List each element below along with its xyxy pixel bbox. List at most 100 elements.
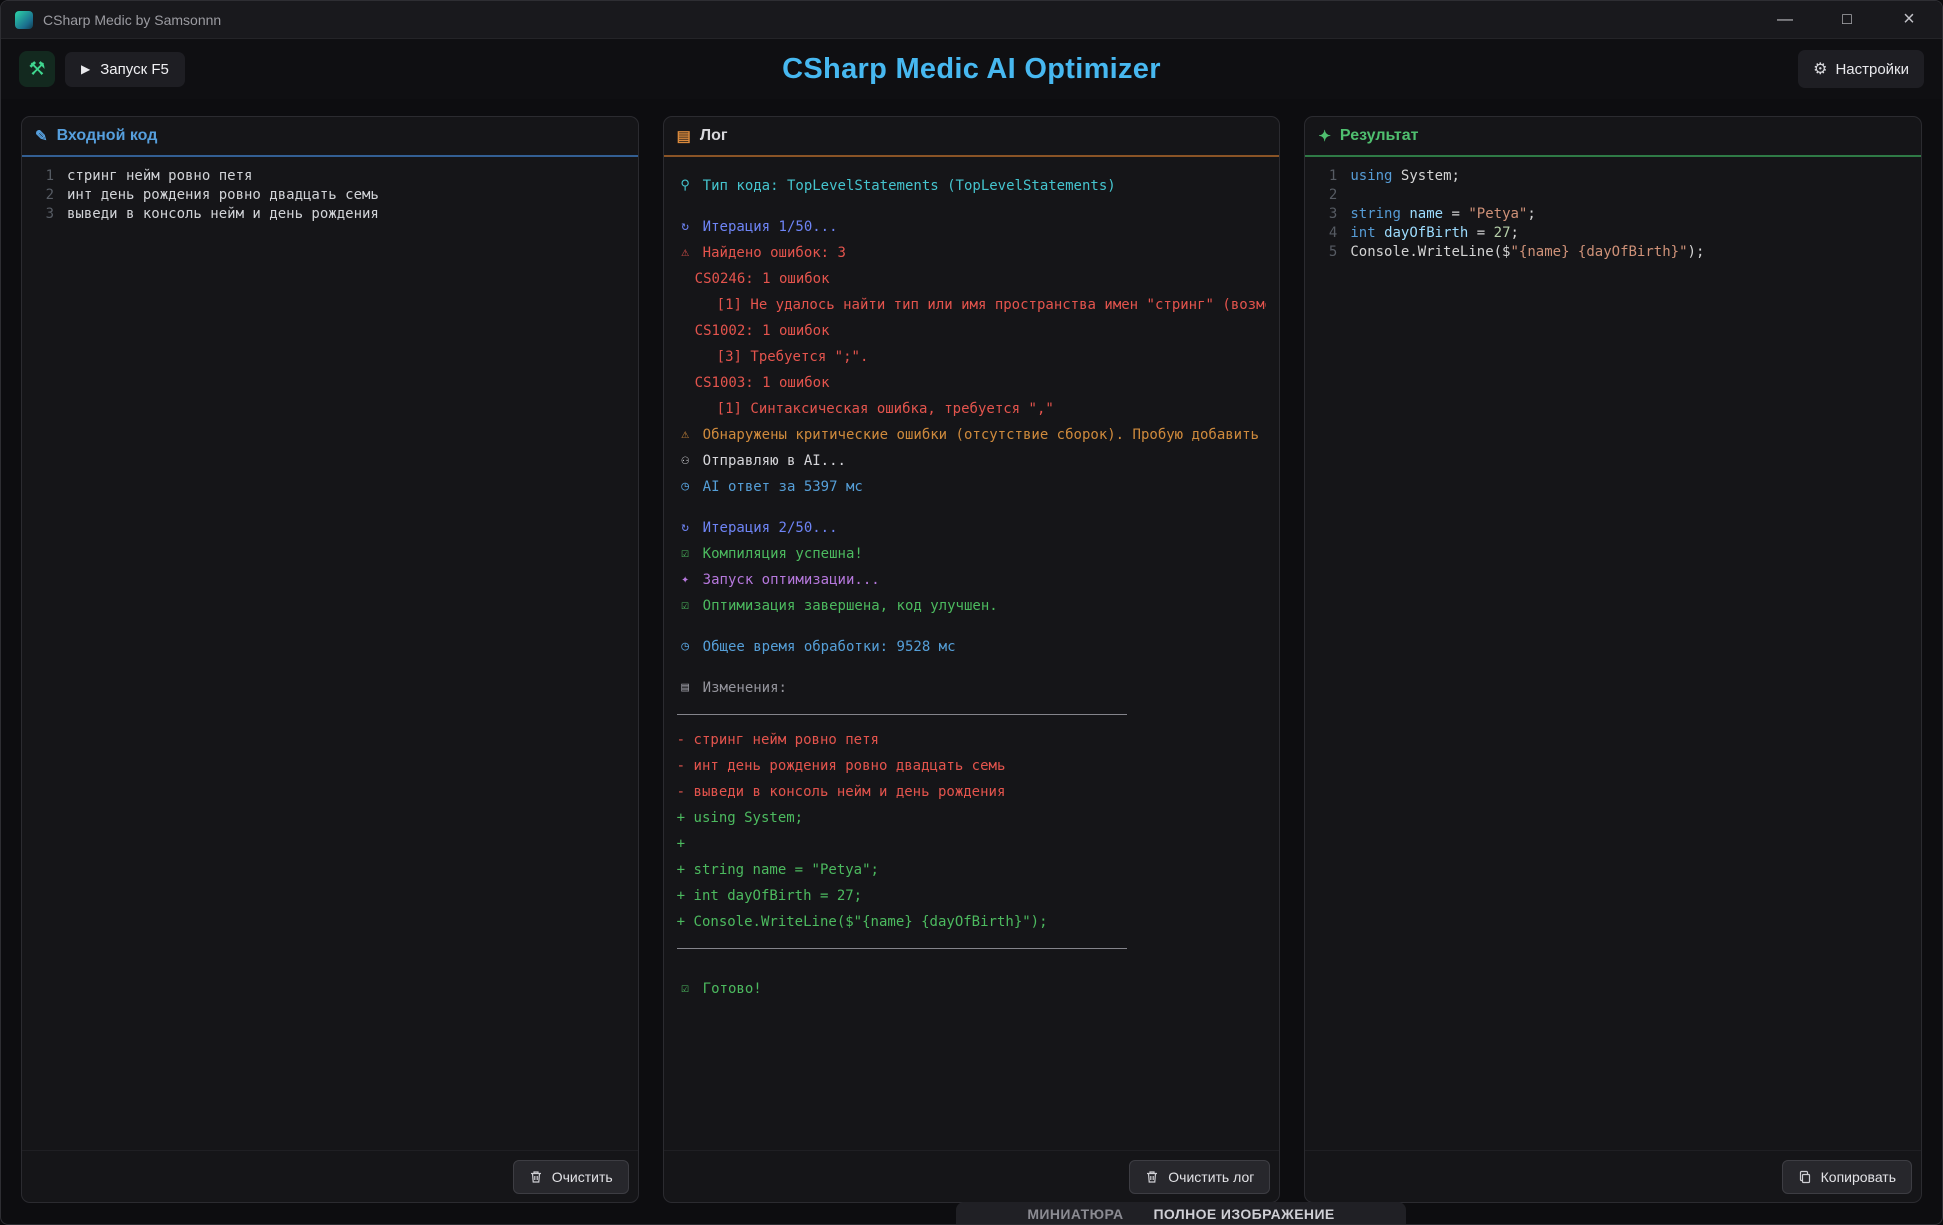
log-text: - инт день рождения ровно двадцать семь [677,753,1006,779]
clear-input-button[interactable]: Очистить [513,1160,629,1194]
result-panel-footer: Копировать [1305,1150,1921,1202]
warning-icon: ⚠ [677,422,694,448]
log-entry: ◷Общее время обработки: 9528 мс [677,634,1267,660]
code-text: Console.WriteLine($"{name} {dayOfBirth}"… [1350,243,1704,262]
log-entry: ⚲Тип кода: TopLevelStatements (TopLevelS… [677,173,1267,199]
result-code-view[interactable]: 1using System;23string name = "Petya";4i… [1305,157,1921,1150]
log-text: + using System; [677,805,803,831]
iteration-icon: ↻ [677,515,694,541]
log-spacer [677,619,1267,634]
log-text: CS0246: 1 ошибок [695,266,830,292]
input-panel: ✎ Входной код 1 стринг нейм ровно петя 2 ин… [21,116,639,1203]
app-title: CSharp Medic AI Optimizer [1,53,1942,86]
log-text: + [677,831,685,857]
thumbnail-tab[interactable]: МИНИАТЮРА [1027,1206,1123,1225]
log-text: - выведи в консоль нейм и день рождения [677,779,1006,805]
main-content: ✎ Входной код 1 стринг нейм ровно петя 2 ин… [1,99,1942,1224]
log-entry: ☑Готово! [677,976,1267,1002]
result-panel-header: ✦ Результат [1305,117,1921,157]
log-entry: [1] Синтаксическая ошибка, требуется "," [677,396,1267,422]
log-text: Отправляю в AI... [703,448,846,474]
log-entry: + using System; [677,805,1267,831]
log-entry: ◷AI ответ за 5397 мс [677,474,1267,500]
log-text: Итерация 1/50... [703,214,838,240]
log-entry: ☑ Компиляция успешна! [677,541,1267,567]
log-text: Найдено ошибок: 3 [703,240,846,266]
log-text: Обнаружены критические ошибки (отсутстви… [703,422,1267,448]
titlebar-left: CSharp Medic by Samsonnn [15,11,221,29]
header-left: ⚒ ▶ Запуск F5 [19,51,185,87]
log-text: CS1002: 1 ошибок [695,318,830,344]
log-entry: ☑Оптимизация завершена, код улучшен. [677,593,1267,619]
code-text: инт день рождения ровно двадцать семь [67,186,379,205]
code-line: 2 [1305,186,1921,205]
timer-icon: ◷ [677,474,694,500]
code-text: using System; [1350,167,1460,186]
line-number: 2 [1305,186,1337,205]
code-line: 2 инт день рождения ровно двадцать семь [22,186,638,205]
line-number: 4 [1305,224,1337,243]
trash-icon [1145,1170,1159,1184]
log-spacer [677,199,1267,214]
log-entry: + int dayOfBirth = 27; [677,883,1267,909]
log-text: Компиляция успешна! [703,541,863,567]
line-number: 3 [1305,205,1337,224]
clear-log-label: Очистить лог [1168,1169,1254,1185]
input-panel-footer: Очистить [22,1150,638,1202]
window-controls: — □ × [1772,8,1928,31]
log-panel-header: ▤ Лог [664,117,1280,157]
code-text: стринг нейм ровно петя [67,167,252,186]
settings-button[interactable]: ⚙ Настройки [1798,50,1924,88]
log-text: Готово! [703,976,762,1002]
gear-icon: ⚙ [1813,59,1827,79]
minimize-button[interactable]: — [1772,11,1798,29]
log-entry: + [677,831,1267,857]
input-code-editor[interactable]: 1 стринг нейм ровно петя 2 инт день рождени… [22,157,638,1150]
line-number: 2 [22,186,54,205]
copy-result-button[interactable]: Копировать [1782,1160,1912,1194]
log-text: Тип кода: TopLevelStatements (TopLevelSt… [703,173,1116,199]
line-number: 1 [22,167,54,186]
settings-button-label: Настройки [1835,61,1909,78]
log-entry: ⚇Отправляю в AI... [677,448,1267,474]
log-text: CS1003: 1 ошибок [695,370,830,396]
iteration-icon: ↻ [677,214,694,240]
log-spacer [677,500,1267,515]
log-text: Изменения: [703,675,787,701]
code-text: выведи в консоль нейм и день рождения [67,205,379,224]
log-text: + Console.WriteLine($"{name} {dayOfBirth… [677,909,1048,935]
edit-icon: ✎ [35,127,48,145]
log-icon: ▤ [677,127,691,145]
code-line: 1 using System; [1305,167,1921,186]
full-image-tab[interactable]: ПОЛНОЕ ИЗОБРАЖЕНИЕ [1153,1206,1334,1225]
code-text: string name = "Petya"; [1350,205,1535,224]
log-entry: + string name = "Petya"; [677,857,1267,883]
warning-icon: ⚠ [677,240,694,266]
log-panel: ▤ Лог ⚲Тип кода: TopLevelStatements (Top… [663,116,1281,1203]
log-spacer [677,961,1267,976]
play-icon: ▶ [81,62,90,76]
sparkle-icon: ✦ [677,567,694,593]
log-entry: ⚠ Обнаружены критические ошибки (отсутств… [677,422,1267,448]
line-number: 1 [1305,167,1337,186]
result-panel: ✦ Результат 1 using System; 23 string name … [1304,116,1922,1203]
log-entry: ↻ Итерация 1/50... [677,214,1267,240]
log-entry: CS0246: 1 ошибок [677,266,1267,292]
window-title: CSharp Medic by Samsonnn [43,12,221,28]
input-panel-title: Входной код [57,127,158,145]
check-icon: ☑ [677,593,694,619]
run-button[interactable]: ▶ Запуск F5 [65,52,185,87]
sparkle-icon: ✦ [1318,127,1331,145]
close-button[interactable]: × [1896,8,1922,31]
log-entry: [3] Требуется ";". [677,344,1267,370]
input-panel-header: ✎ Входной код [22,117,638,157]
log-entry: ▤Изменения: [677,675,1267,701]
clear-log-button[interactable]: Очистить лог [1129,1160,1270,1194]
code-line: 3 string name = "Petya"; [1305,205,1921,224]
maximize-button[interactable]: □ [1834,11,1860,29]
log-entry: ↻Итерация 2/50... [677,515,1267,541]
log-entry: CS1002: 1 ошибок [677,318,1267,344]
check-icon: ☑ [677,541,694,567]
log-panel-title: Лог [700,127,728,145]
trash-icon [529,1170,543,1184]
